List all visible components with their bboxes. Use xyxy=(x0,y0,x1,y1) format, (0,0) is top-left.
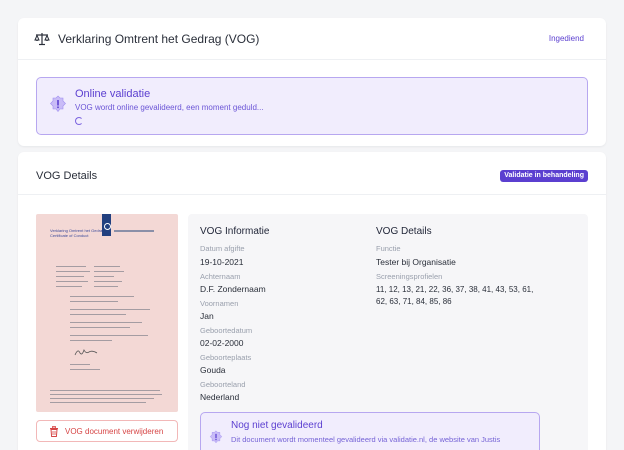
divider xyxy=(18,194,606,195)
function-value: Tester bij Organisatie xyxy=(376,257,456,267)
doc-text-line xyxy=(56,271,90,273)
profiles-label: Screeningsprofielen xyxy=(376,272,443,281)
field-label: Voornamen xyxy=(200,299,239,308)
profiles-value: 11, 12, 13, 21, 22, 36, 37, 38, 41, 43, … xyxy=(376,285,534,306)
doc-text-line xyxy=(56,281,88,283)
doc-text-line xyxy=(50,394,162,396)
document-preview[interactable]: Verklaring Omtrent het Gedrag Certificat… xyxy=(36,214,178,412)
vog-details-heading: VOG Details xyxy=(376,226,432,237)
doc-text-line xyxy=(50,390,160,392)
status-badge: Validatie in behandeling xyxy=(500,170,588,182)
not-validated-alert: Nog niet gevalideerd Dit document wordt … xyxy=(200,412,540,450)
government-logo-icon xyxy=(102,214,111,236)
vog-info-heading: VOG Informatie xyxy=(200,226,270,237)
doc-text-line xyxy=(56,266,86,268)
details-title: VOG Details xyxy=(36,170,98,182)
field-label: Datum afgifte xyxy=(200,244,245,253)
doc-text-line xyxy=(94,286,118,288)
scale-icon xyxy=(34,33,50,46)
not-validated-message: Dit document wordt momenteel gevalideerd… xyxy=(231,435,501,444)
badge-info-icon xyxy=(209,430,223,444)
signature-icon xyxy=(74,348,98,356)
page-title: Verklaring Omtrent het Gedrag (VOG) xyxy=(58,32,260,46)
field-label: Geboorteplaats xyxy=(200,353,252,362)
doc-text-line xyxy=(70,340,112,342)
doc-text-line xyxy=(70,335,148,337)
field-label: Geboorteland xyxy=(200,380,246,389)
card-header: Verklaring Omtrent het Gedrag (VOG) Inge… xyxy=(18,18,606,60)
badge-info-icon xyxy=(50,95,66,112)
doc-text-line xyxy=(94,266,120,268)
online-validation-alert: Online validatie VOG wordt online gevali… xyxy=(36,77,588,135)
field-value: 02-02-2000 xyxy=(200,338,244,348)
ministry-line xyxy=(114,230,154,232)
doc-text-line xyxy=(70,369,100,371)
document-heading: Verklaring Omtrent het Gedrag Certificat… xyxy=(50,228,105,238)
doc-text-line xyxy=(70,322,142,324)
doc-text-line xyxy=(94,271,124,273)
validation-title: Online validatie xyxy=(75,88,151,100)
loading-spinner-icon xyxy=(75,117,83,125)
doc-text-line xyxy=(70,364,90,366)
doc-text-line xyxy=(70,301,118,303)
vog-details-card: VOG Details Validatie in behandeling Ver… xyxy=(18,152,606,450)
not-validated-title: Nog niet gevalideerd xyxy=(231,420,323,431)
trash-icon xyxy=(50,426,58,437)
doc-text-line xyxy=(94,281,122,283)
field-label: Geboortedatum xyxy=(200,326,253,335)
function-label: Functie xyxy=(376,244,401,253)
doc-text-line xyxy=(56,276,84,278)
field-value: Gouda xyxy=(200,365,226,375)
vog-card: Verklaring Omtrent het Gedrag (VOG) Inge… xyxy=(18,18,606,146)
doc-text-line xyxy=(50,398,154,400)
field-value: 19-10-2021 xyxy=(200,257,244,267)
field-value: Jan xyxy=(200,311,214,321)
validation-message: VOG wordt online gevalideerd, een moment… xyxy=(75,103,264,112)
doc-text-line xyxy=(70,314,126,316)
doc-text-line xyxy=(50,402,146,404)
doc-text-line xyxy=(70,327,130,329)
doc-text-line xyxy=(94,276,114,278)
status-label: Ingediend xyxy=(548,34,584,43)
delete-document-label: VOG document verwijderen xyxy=(65,427,164,436)
field-label: Achternaam xyxy=(200,272,241,281)
field-value: D.F. Zondernaam xyxy=(200,284,266,294)
field-value: Nederland xyxy=(200,392,240,402)
doc-text-line xyxy=(70,309,150,311)
doc-text-line xyxy=(70,296,134,298)
delete-document-button[interactable]: VOG document verwijderen xyxy=(36,420,178,442)
doc-text-line xyxy=(56,286,82,288)
vog-info-panel: VOG Informatie Datum afgifte 19-10-2021 … xyxy=(188,214,588,450)
